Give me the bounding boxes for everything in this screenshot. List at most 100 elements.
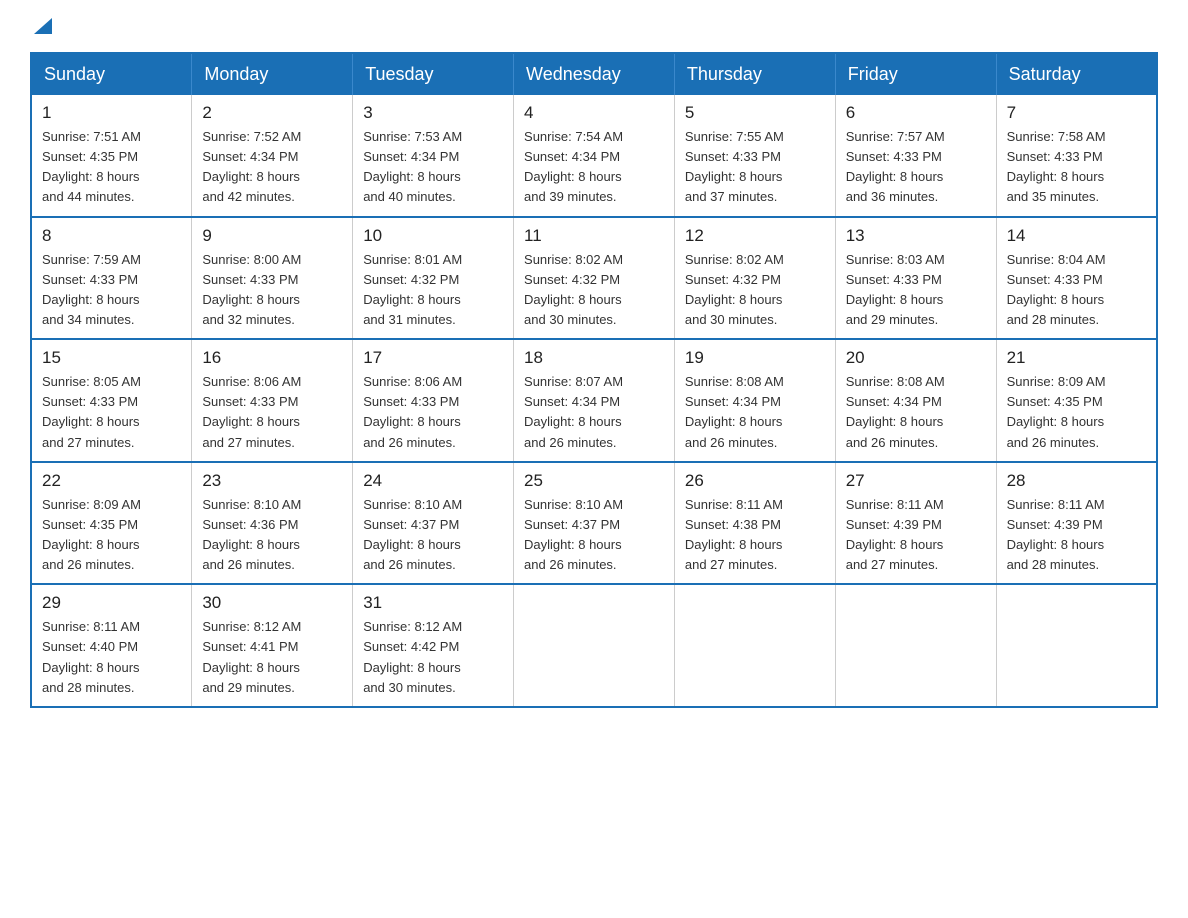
calendar-cell: 11 Sunrise: 8:02 AM Sunset: 4:32 PM Dayli… (514, 217, 675, 340)
day-number: 20 (846, 348, 986, 368)
week-row-5: 29 Sunrise: 8:11 AM Sunset: 4:40 PM Dayli… (31, 584, 1157, 707)
day-number: 24 (363, 471, 503, 491)
logo (30, 20, 54, 32)
day-number: 16 (202, 348, 342, 368)
day-info: Sunrise: 8:10 AM Sunset: 4:37 PM Dayligh… (363, 495, 503, 576)
day-info: Sunrise: 7:59 AM Sunset: 4:33 PM Dayligh… (42, 250, 181, 331)
calendar-cell: 23 Sunrise: 8:10 AM Sunset: 4:36 PM Dayli… (192, 462, 353, 585)
calendar-table: SundayMondayTuesdayWednesdayThursdayFrid… (30, 52, 1158, 708)
day-number: 3 (363, 103, 503, 123)
week-row-2: 8 Sunrise: 7:59 AM Sunset: 4:33 PM Daylig… (31, 217, 1157, 340)
calendar-cell: 4 Sunrise: 7:54 AM Sunset: 4:34 PM Daylig… (514, 95, 675, 217)
day-info: Sunrise: 8:07 AM Sunset: 4:34 PM Dayligh… (524, 372, 664, 453)
day-info: Sunrise: 8:09 AM Sunset: 4:35 PM Dayligh… (42, 495, 181, 576)
day-info: Sunrise: 8:02 AM Sunset: 4:32 PM Dayligh… (524, 250, 664, 331)
day-number: 28 (1007, 471, 1146, 491)
day-info: Sunrise: 8:08 AM Sunset: 4:34 PM Dayligh… (846, 372, 986, 453)
header-saturday: Saturday (996, 53, 1157, 95)
day-info: Sunrise: 8:11 AM Sunset: 4:39 PM Dayligh… (1007, 495, 1146, 576)
header-tuesday: Tuesday (353, 53, 514, 95)
day-number: 23 (202, 471, 342, 491)
calendar-cell: 20 Sunrise: 8:08 AM Sunset: 4:34 PM Dayli… (835, 339, 996, 462)
calendar-cell: 17 Sunrise: 8:06 AM Sunset: 4:33 PM Dayli… (353, 339, 514, 462)
calendar-cell (835, 584, 996, 707)
calendar-cell: 19 Sunrise: 8:08 AM Sunset: 4:34 PM Dayli… (674, 339, 835, 462)
day-number: 8 (42, 226, 181, 246)
day-number: 7 (1007, 103, 1146, 123)
calendar-cell: 9 Sunrise: 8:00 AM Sunset: 4:33 PM Daylig… (192, 217, 353, 340)
calendar-cell (514, 584, 675, 707)
calendar-cell: 1Sunrise: 7:51 AM Sunset: 4:35 PM Daylig… (31, 95, 192, 217)
day-number: 14 (1007, 226, 1146, 246)
calendar-cell: 2 Sunrise: 7:52 AM Sunset: 4:34 PM Daylig… (192, 95, 353, 217)
day-info: Sunrise: 8:12 AM Sunset: 4:41 PM Dayligh… (202, 617, 342, 698)
day-number: 21 (1007, 348, 1146, 368)
day-number: 29 (42, 593, 181, 613)
day-info: Sunrise: 7:58 AM Sunset: 4:33 PM Dayligh… (1007, 127, 1146, 208)
day-info: Sunrise: 8:10 AM Sunset: 4:36 PM Dayligh… (202, 495, 342, 576)
calendar-cell: 28 Sunrise: 8:11 AM Sunset: 4:39 PM Dayli… (996, 462, 1157, 585)
logo-triangle-icon (32, 16, 54, 38)
day-number: 9 (202, 226, 342, 246)
calendar-cell: 8 Sunrise: 7:59 AM Sunset: 4:33 PM Daylig… (31, 217, 192, 340)
header-sunday: Sunday (31, 53, 192, 95)
day-info: Sunrise: 8:02 AM Sunset: 4:32 PM Dayligh… (685, 250, 825, 331)
day-number: 27 (846, 471, 986, 491)
day-info: Sunrise: 8:11 AM Sunset: 4:40 PM Dayligh… (42, 617, 181, 698)
day-number: 30 (202, 593, 342, 613)
calendar-cell: 6 Sunrise: 7:57 AM Sunset: 4:33 PM Daylig… (835, 95, 996, 217)
day-info: Sunrise: 7:57 AM Sunset: 4:33 PM Dayligh… (846, 127, 986, 208)
day-info: Sunrise: 8:00 AM Sunset: 4:33 PM Dayligh… (202, 250, 342, 331)
day-number: 11 (524, 226, 664, 246)
day-info: Sunrise: 8:01 AM Sunset: 4:32 PM Dayligh… (363, 250, 503, 331)
day-info: Sunrise: 8:10 AM Sunset: 4:37 PM Dayligh… (524, 495, 664, 576)
header-wednesday: Wednesday (514, 53, 675, 95)
calendar-cell: 21 Sunrise: 8:09 AM Sunset: 4:35 PM Dayli… (996, 339, 1157, 462)
day-info: Sunrise: 8:11 AM Sunset: 4:38 PM Dayligh… (685, 495, 825, 576)
calendar-cell: 25Sunrise: 8:10 AM Sunset: 4:37 PM Dayli… (514, 462, 675, 585)
day-number: 2 (202, 103, 342, 123)
day-number: 12 (685, 226, 825, 246)
calendar-cell: 16 Sunrise: 8:06 AM Sunset: 4:33 PM Dayli… (192, 339, 353, 462)
day-info: Sunrise: 7:54 AM Sunset: 4:34 PM Dayligh… (524, 127, 664, 208)
calendar-cell: 13Sunrise: 8:03 AM Sunset: 4:33 PM Dayli… (835, 217, 996, 340)
day-number: 31 (363, 593, 503, 613)
day-info: Sunrise: 8:09 AM Sunset: 4:35 PM Dayligh… (1007, 372, 1146, 453)
calendar-cell: 5 Sunrise: 7:55 AM Sunset: 4:33 PM Daylig… (674, 95, 835, 217)
calendar-cell: 30 Sunrise: 8:12 AM Sunset: 4:41 PM Dayli… (192, 584, 353, 707)
calendar-cell (996, 584, 1157, 707)
calendar-cell: 31Sunrise: 8:12 AM Sunset: 4:42 PM Dayli… (353, 584, 514, 707)
day-info: Sunrise: 7:53 AM Sunset: 4:34 PM Dayligh… (363, 127, 503, 208)
calendar-cell: 24 Sunrise: 8:10 AM Sunset: 4:37 PM Dayli… (353, 462, 514, 585)
calendar-cell: 14 Sunrise: 8:04 AM Sunset: 4:33 PM Dayli… (996, 217, 1157, 340)
day-number: 18 (524, 348, 664, 368)
calendar-cell: 3 Sunrise: 7:53 AM Sunset: 4:34 PM Daylig… (353, 95, 514, 217)
page-header (30, 20, 1158, 32)
day-number: 17 (363, 348, 503, 368)
day-info: Sunrise: 8:03 AM Sunset: 4:33 PM Dayligh… (846, 250, 986, 331)
day-number: 4 (524, 103, 664, 123)
day-number: 19 (685, 348, 825, 368)
calendar-cell: 10 Sunrise: 8:01 AM Sunset: 4:32 PM Dayli… (353, 217, 514, 340)
day-number: 6 (846, 103, 986, 123)
day-info: Sunrise: 7:51 AM Sunset: 4:35 PM Dayligh… (42, 127, 181, 208)
day-info: Sunrise: 8:04 AM Sunset: 4:33 PM Dayligh… (1007, 250, 1146, 331)
calendar-header-row: SundayMondayTuesdayWednesdayThursdayFrid… (31, 53, 1157, 95)
calendar-cell: 12 Sunrise: 8:02 AM Sunset: 4:32 PM Dayli… (674, 217, 835, 340)
day-number: 5 (685, 103, 825, 123)
header-friday: Friday (835, 53, 996, 95)
calendar-cell: 22Sunrise: 8:09 AM Sunset: 4:35 PM Dayli… (31, 462, 192, 585)
day-info: Sunrise: 8:05 AM Sunset: 4:33 PM Dayligh… (42, 372, 181, 453)
day-number: 10 (363, 226, 503, 246)
day-info: Sunrise: 8:08 AM Sunset: 4:34 PM Dayligh… (685, 372, 825, 453)
day-info: Sunrise: 8:06 AM Sunset: 4:33 PM Dayligh… (363, 372, 503, 453)
calendar-cell: 27 Sunrise: 8:11 AM Sunset: 4:39 PM Dayli… (835, 462, 996, 585)
calendar-cell: 15Sunrise: 8:05 AM Sunset: 4:33 PM Dayli… (31, 339, 192, 462)
day-info: Sunrise: 7:52 AM Sunset: 4:34 PM Dayligh… (202, 127, 342, 208)
week-row-1: 1Sunrise: 7:51 AM Sunset: 4:35 PM Daylig… (31, 95, 1157, 217)
day-info: Sunrise: 8:06 AM Sunset: 4:33 PM Dayligh… (202, 372, 342, 453)
day-info: Sunrise: 7:55 AM Sunset: 4:33 PM Dayligh… (685, 127, 825, 208)
calendar-cell (674, 584, 835, 707)
day-info: Sunrise: 8:11 AM Sunset: 4:39 PM Dayligh… (846, 495, 986, 576)
week-row-4: 22Sunrise: 8:09 AM Sunset: 4:35 PM Dayli… (31, 462, 1157, 585)
